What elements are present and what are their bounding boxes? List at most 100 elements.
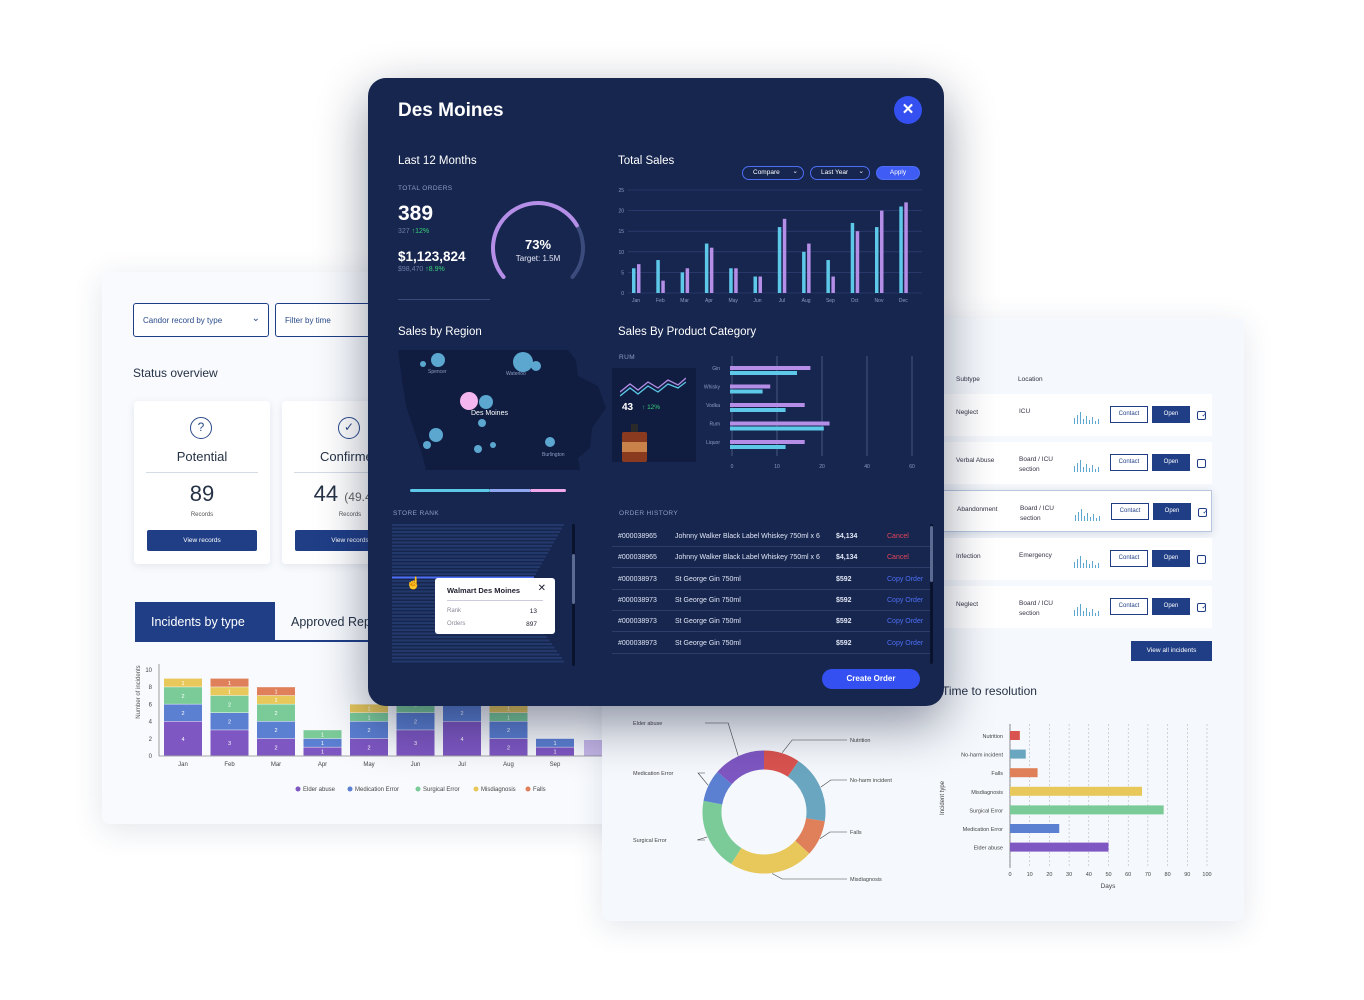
sales-bar[interactable] xyxy=(661,280,665,293)
row-checkbox[interactable] xyxy=(1197,459,1206,468)
contact-button[interactable]: Contact xyxy=(1110,406,1148,423)
store-rank-bar[interactable] xyxy=(392,643,552,645)
category-bar[interactable] xyxy=(730,403,805,407)
donut-slice[interactable] xyxy=(794,817,825,854)
row-checkbox[interactable]: ✓ xyxy=(1197,411,1207,420)
close-button[interactable]: ✕ xyxy=(894,96,922,124)
record-type-select[interactable]: Candor record by type ⌄ xyxy=(133,303,269,337)
store-rank-bar[interactable] xyxy=(392,545,552,547)
incident-row[interactable]: Abandonment Board / ICU section Contact … xyxy=(942,490,1212,532)
store-rank-bar[interactable] xyxy=(392,569,538,572)
order-row[interactable]: #000038973 St George Gin 750ml $592 Copy… xyxy=(612,590,930,611)
incident-row[interactable]: Infection Emergency Contact Open xyxy=(942,538,1212,580)
store-rank-bar[interactable] xyxy=(392,552,548,554)
order-action-link[interactable]: Copy Order xyxy=(887,590,923,611)
resolution-bar[interactable] xyxy=(1010,824,1060,833)
map-bubble-selected[interactable] xyxy=(460,392,478,410)
sales-bar[interactable] xyxy=(632,268,636,293)
resolution-bar[interactable] xyxy=(1010,731,1020,740)
category-bar[interactable] xyxy=(730,445,786,449)
sales-bar[interactable] xyxy=(807,243,811,293)
resolution-bar[interactable] xyxy=(1010,768,1038,778)
sales-bar[interactable] xyxy=(758,276,763,293)
order-row[interactable]: #000038973 St George Gin 750ml $592 Copy… xyxy=(612,611,930,633)
sales-bar[interactable] xyxy=(904,202,908,293)
donut-slice[interactable] xyxy=(763,750,799,778)
incident-row[interactable]: Neglect ICU Contact Open ✓ xyxy=(942,394,1212,436)
store-rank-bar[interactable] xyxy=(392,562,542,565)
order-action-link[interactable]: Copy Order xyxy=(887,633,923,654)
scrollbar-thumb[interactable] xyxy=(572,554,575,604)
contact-button[interactable]: Contact xyxy=(1111,503,1149,520)
resolution-bar[interactable] xyxy=(1010,805,1164,815)
compare-select[interactable]: Compare ⌄ xyxy=(742,166,804,180)
store-rank-bar[interactable] xyxy=(392,538,556,540)
row-checkbox[interactable]: ✓ xyxy=(1198,508,1208,517)
sales-bar[interactable] xyxy=(826,260,830,293)
sales-bar[interactable] xyxy=(899,206,903,293)
store-rank-bar[interactable] xyxy=(392,646,555,649)
category-bar[interactable] xyxy=(730,366,811,370)
sales-bar[interactable] xyxy=(753,276,758,293)
sales-bar[interactable] xyxy=(855,231,860,293)
store-rank-bar[interactable] xyxy=(392,527,562,530)
row-checkbox[interactable]: ✓ xyxy=(1197,603,1207,612)
store-rank-bar[interactable] xyxy=(392,531,560,533)
resolution-bar[interactable] xyxy=(1010,749,1026,759)
orders-scrollbar-thumb[interactable] xyxy=(930,526,933,582)
resolution-bar[interactable] xyxy=(1010,842,1109,852)
store-rank-bar[interactable] xyxy=(392,555,546,558)
close-icon[interactable]: ✕ xyxy=(538,583,546,594)
order-action-link[interactable]: Cancel xyxy=(887,526,909,547)
sales-bar[interactable] xyxy=(880,210,884,293)
order-action-link[interactable]: Copy Order xyxy=(887,569,923,590)
sales-bar[interactable] xyxy=(831,276,835,293)
sales-bar[interactable] xyxy=(704,243,709,293)
category-bar[interactable] xyxy=(730,408,786,412)
donut-slice[interactable] xyxy=(787,761,826,822)
category-bar[interactable] xyxy=(730,384,771,389)
order-row[interactable]: #000038973 St George Gin 750ml $592 Copy… xyxy=(612,569,930,590)
sales-bar[interactable] xyxy=(850,222,855,293)
store-rank-bar[interactable] xyxy=(392,657,562,659)
store-rank-bar[interactable] xyxy=(392,636,547,638)
contact-button[interactable]: Contact xyxy=(1110,550,1148,567)
view-records-button[interactable]: View records xyxy=(147,530,257,551)
order-row[interactable]: #000038965 Johnny Walker Black Label Whi… xyxy=(612,547,930,569)
store-rank-bar[interactable] xyxy=(392,559,544,561)
category-bar[interactable] xyxy=(730,371,798,375)
open-button[interactable]: Open xyxy=(1152,550,1190,567)
store-rank-bar[interactable] xyxy=(392,650,557,652)
store-rank-bar[interactable] xyxy=(392,639,550,642)
period-select[interactable]: Last Year ⌄ xyxy=(810,166,870,180)
store-rank-bar[interactable] xyxy=(392,566,540,568)
category-bar[interactable] xyxy=(730,421,830,426)
create-order-button[interactable]: Create Order xyxy=(822,669,920,689)
apply-button[interactable]: Apply xyxy=(876,166,920,180)
open-button[interactable]: Open xyxy=(1152,454,1190,471)
sales-bar[interactable] xyxy=(709,247,714,293)
tab-incidents-by-type[interactable]: Incidents by type xyxy=(135,602,275,642)
sales-bar[interactable] xyxy=(875,227,879,293)
sales-bar[interactable] xyxy=(685,268,690,293)
store-rank-bar[interactable] xyxy=(392,653,560,656)
incident-row[interactable]: Verbal Abuse Board / ICU section Contact… xyxy=(942,442,1212,484)
order-row[interactable]: #000038965 Johnny Walker Black Label Whi… xyxy=(612,526,930,547)
sales-bar[interactable] xyxy=(777,227,782,293)
store-rank-bar[interactable] xyxy=(392,534,558,537)
store-rank-bar[interactable] xyxy=(392,548,550,551)
store-rank-bar[interactable] xyxy=(392,524,564,526)
contact-button[interactable]: Contact xyxy=(1110,598,1148,615)
incident-row[interactable]: Neglect Board / ICU section Contact Open… xyxy=(942,586,1212,628)
sales-bar[interactable] xyxy=(637,264,641,293)
sales-bar[interactable] xyxy=(802,251,806,293)
category-bar[interactable] xyxy=(730,389,763,394)
donut-slice[interactable] xyxy=(717,750,765,785)
view-all-incidents-button[interactable]: View all incidents xyxy=(1131,641,1212,661)
store-rank-bar[interactable] xyxy=(392,573,536,575)
donut-slice[interactable] xyxy=(731,840,810,874)
order-action-link[interactable]: Cancel xyxy=(887,547,909,568)
order-row[interactable]: #000038973 St George Gin 750ml $592 Copy… xyxy=(612,633,930,654)
sales-bar[interactable] xyxy=(729,268,733,293)
donut-slice[interactable] xyxy=(702,800,742,865)
